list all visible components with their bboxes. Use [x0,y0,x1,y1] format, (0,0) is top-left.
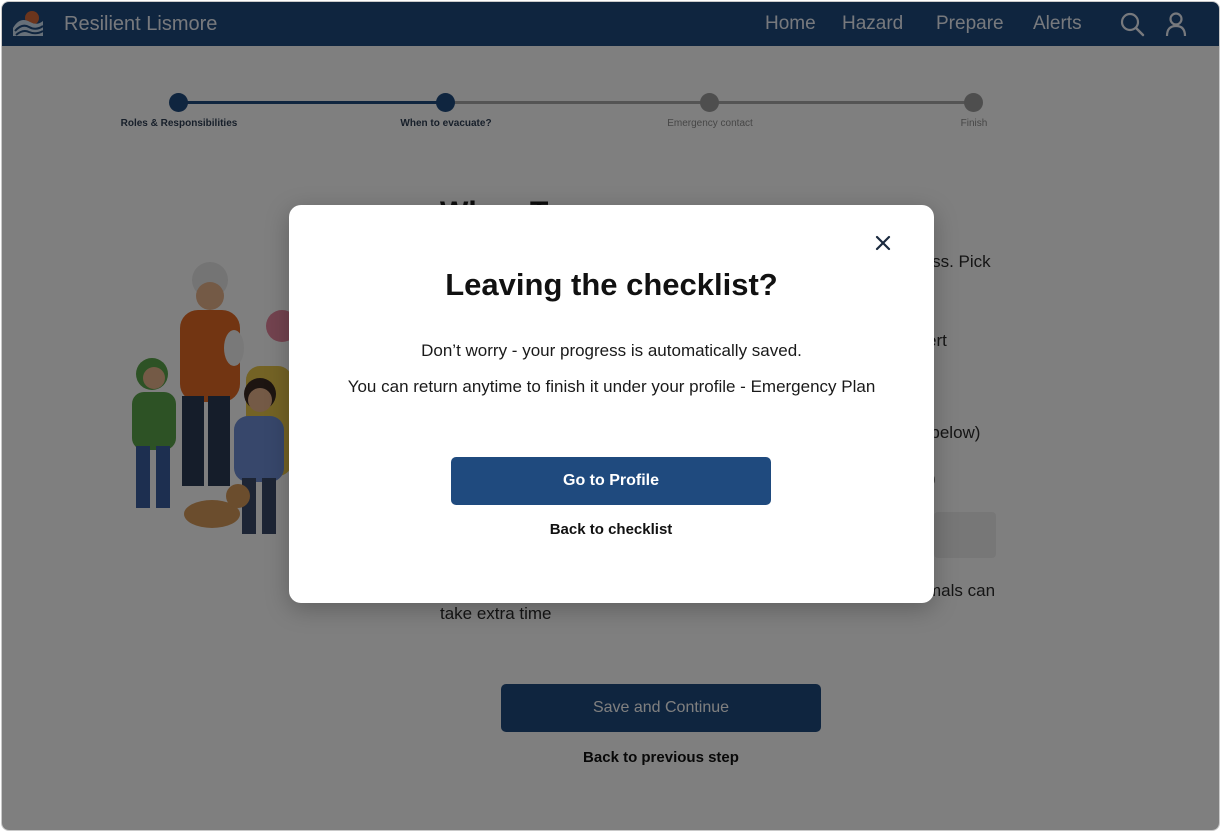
app-window: Resilient Lismore Home Hazard Prepare Al… [1,1,1220,831]
close-icon[interactable] [872,232,894,254]
dialog-submessage: You can return anytime to finish it unde… [347,377,876,396]
leave-checklist-dialog: Leaving the checklist? Don’t worry - you… [289,205,934,603]
back-to-checklist-link[interactable]: Back to checklist [451,521,771,538]
dialog-title: Leaving the checklist? [445,267,778,302]
dialog-message: Don’t worry - your progress is automatic… [421,341,802,360]
go-to-profile-button[interactable]: Go to Profile [451,457,771,505]
